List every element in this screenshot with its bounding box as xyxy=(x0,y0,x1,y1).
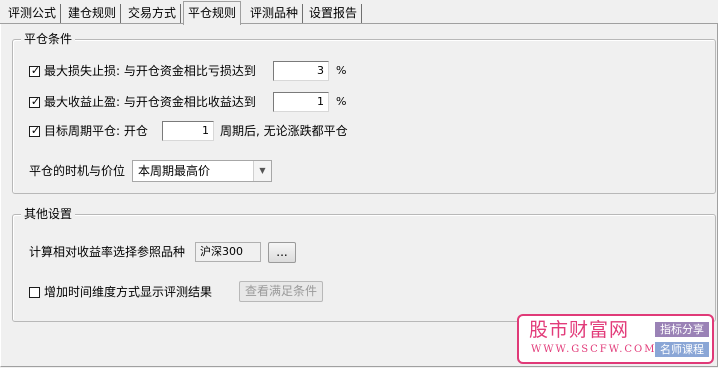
take-profit-label: 最大收益止盈: 与开仓资金相比收益达到 xyxy=(44,95,256,109)
check-icon: ✓ xyxy=(30,64,41,77)
close-timing-value: 本周期最高价 xyxy=(138,164,211,178)
tab-report-settings[interactable]: 设置报告 xyxy=(305,4,363,23)
take-profit-unit: % xyxy=(336,95,347,108)
watermark-tag-course: 名师课程 xyxy=(655,342,709,357)
stop-loss-checkbox[interactable]: ✓ xyxy=(29,64,41,77)
other-settings-title: 其他设置 xyxy=(21,206,76,222)
tab-formula[interactable]: 评测公式 xyxy=(4,4,62,23)
stop-loss-input[interactable]: 3 xyxy=(273,61,329,81)
stop-loss-label: 最大损失止损: 与开仓资金相比亏损达到 xyxy=(44,64,256,78)
time-dimension-label: 增加时间维度方式显示评测结果 xyxy=(44,285,213,299)
stop-loss-unit: % xyxy=(336,64,347,77)
other-settings-group: 其他设置 计算相对收益率选择参照品种 沪深300 ... 增加时间维度方式显示评… xyxy=(12,206,716,322)
browse-button[interactable]: ... xyxy=(268,242,296,263)
take-profit-input[interactable]: 1 xyxy=(273,92,329,112)
close-timing-label: 平仓的时机与价位 xyxy=(29,164,126,178)
period-count-input[interactable]: 1 xyxy=(162,121,214,141)
watermark-title: 股市财富网 xyxy=(529,319,630,341)
reference-instrument-field[interactable]: 沪深300 xyxy=(195,242,261,262)
tab-open-rules[interactable]: 建仓规则 xyxy=(64,4,122,23)
period-close-checkbox[interactable]: ✓ xyxy=(29,124,41,137)
reference-label: 计算相对收益率选择参照品种 xyxy=(29,245,186,259)
chevron-down-icon[interactable]: ▼ xyxy=(253,161,271,181)
take-profit-row: ✓ 最大收益止盈: 与开仓资金相比收益达到 xyxy=(29,92,256,112)
period-close-suffix: 周期后, 无论涨跌都平仓 xyxy=(220,124,348,138)
stop-loss-row: ✓ 最大损失止损: 与开仓资金相比亏损达到 xyxy=(29,61,256,81)
tab-bar: 评测公式 建仓规则 交易方式 平仓规则 评测品种 设置报告 xyxy=(0,0,718,25)
close-timing-select[interactable]: 本周期最高价 ▼ xyxy=(132,160,272,182)
tab-test-instruments[interactable]: 评测品种 xyxy=(246,4,304,23)
watermark-logo: 股市财富网 WWW.GSCFW.COM 指标分享 名师课程 xyxy=(517,314,714,364)
period-close-label: 目标周期平仓: 开仓 xyxy=(44,124,148,138)
watermark-url: WWW.GSCFW.COM xyxy=(531,344,657,355)
take-profit-checkbox[interactable]: ✓ xyxy=(29,95,41,108)
tab-close-rules[interactable]: 平仓规则 xyxy=(183,1,242,25)
watermark-tag-share: 指标分享 xyxy=(655,322,709,337)
close-conditions-group: 平仓条件 ✓ 最大损失止损: 与开仓资金相比亏损达到 3 % ✓ 最大收益止盈: 与… xyxy=(12,31,716,194)
close-conditions-title: 平仓条件 xyxy=(21,31,76,47)
check-icon: ✓ xyxy=(30,124,41,137)
time-dimension-checkbox[interactable] xyxy=(29,287,40,298)
tab-trade-method[interactable]: 交易方式 xyxy=(124,4,182,23)
check-icon: ✓ xyxy=(30,95,41,108)
time-dimension-row: 增加时间维度方式显示评测结果 xyxy=(29,282,212,302)
view-conditions-button[interactable]: 查看满足条件 xyxy=(239,281,323,302)
period-close-row: ✓ 目标周期平仓: 开仓 xyxy=(29,121,148,141)
